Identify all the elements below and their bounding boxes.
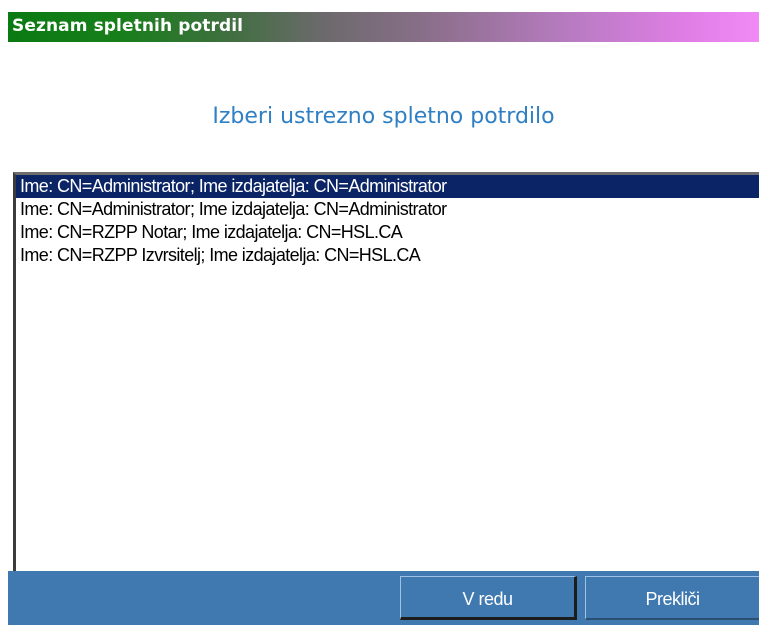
certificate-list[interactable]: Ime: CN=Administrator; Ime izdajatelja: … <box>13 172 759 571</box>
list-item-certificate[interactable]: Ime: CN=Administrator; Ime izdajatelja: … <box>16 198 759 221</box>
list-item-certificate[interactable]: Ime: CN=Administrator; Ime izdajatelja: … <box>16 175 759 198</box>
list-item-certificate[interactable]: Ime: CN=RZPP Izvrsitelj; Ime izdajatelja… <box>16 244 759 267</box>
title-bar[interactable]: Seznam spletnih potrdil <box>8 12 759 42</box>
button-bar: V redu Prekliči <box>8 571 759 625</box>
ok-button[interactable]: V redu <box>400 576 577 620</box>
certificate-dialog: Seznam spletnih potrdil Izberi ustrezno … <box>8 0 759 625</box>
window-title: Seznam spletnih potrdil <box>12 16 244 36</box>
list-item-certificate[interactable]: Ime: CN=RZPP Notar; Ime izdajatelja: CN=… <box>16 221 759 244</box>
cancel-button[interactable]: Prekliči <box>585 576 759 620</box>
dialog-heading: Izberi ustrezno spletno potrdilo <box>212 104 555 129</box>
